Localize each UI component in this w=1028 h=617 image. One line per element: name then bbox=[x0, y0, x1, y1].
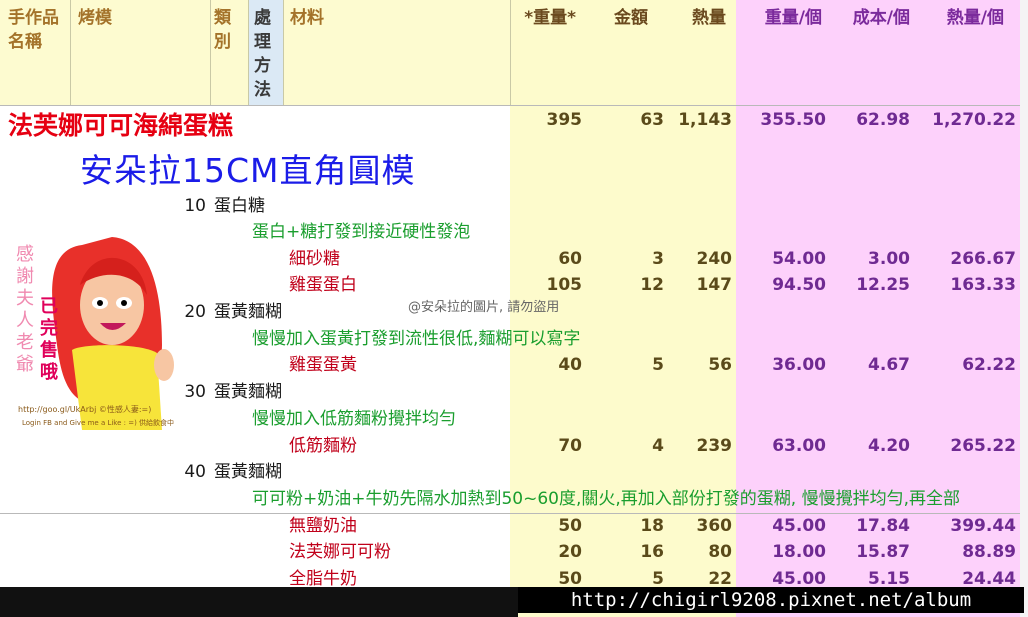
ingredient-weight-each[interactable]: 63.00 bbox=[736, 434, 826, 458]
step-code[interactable]: 40 bbox=[166, 460, 206, 484]
ingredient-weight-each[interactable]: 36.00 bbox=[736, 353, 826, 377]
header-category[interactable]: 類別 bbox=[214, 6, 234, 54]
ingredient-amount[interactable]: 5 bbox=[590, 353, 664, 377]
ingredient-weight[interactable]: 40 bbox=[510, 353, 582, 377]
ingredient-name[interactable]: 細砂糖 bbox=[289, 247, 340, 271]
ingredient-amount[interactable]: 12 bbox=[590, 273, 664, 297]
product-calories[interactable]: 1,143 bbox=[660, 108, 732, 132]
header-material[interactable]: 材料 bbox=[290, 6, 324, 30]
ingredient-weight-each[interactable]: 54.00 bbox=[736, 247, 826, 271]
ingredient-amount[interactable]: 16 bbox=[590, 540, 664, 564]
ingredient-calories[interactable]: 360 bbox=[660, 514, 733, 538]
ingredient-amount[interactable]: 3 bbox=[590, 247, 664, 271]
ingredient-cost-each[interactable]: 17.84 bbox=[830, 514, 910, 538]
credit-line: http://goo.gl/UkArbj ©性感人妻:=) bbox=[18, 405, 152, 414]
step-label[interactable]: 蛋白糖 bbox=[214, 194, 265, 218]
ingredient-weight[interactable]: 20 bbox=[510, 540, 582, 564]
header-weight[interactable]: *重量* bbox=[510, 6, 576, 30]
ingredient-cost-each[interactable]: 12.25 bbox=[830, 273, 910, 297]
product-calories-each[interactable]: 1,270.22 bbox=[918, 108, 1016, 132]
col-divider bbox=[210, 0, 211, 105]
spreadsheet: 手作品名稱 烤模 類別 處理方法 材料 *重量* 金額 熱量 重量/個 成本/個… bbox=[0, 0, 1028, 617]
ingredient-calories-each[interactable]: 163.33 bbox=[918, 273, 1016, 297]
ingredient-calories-each[interactable]: 266.67 bbox=[918, 247, 1016, 271]
ingredient-calories-each[interactable]: 62.22 bbox=[918, 353, 1016, 377]
product-name[interactable]: 法芙娜可可海綿蛋糕 bbox=[8, 106, 233, 142]
product-mold[interactable]: 安朵拉15CM直角圓模 bbox=[80, 144, 416, 192]
product-amount[interactable]: 63 bbox=[590, 108, 664, 132]
thanks-text: 感謝夫人老爺 bbox=[16, 244, 34, 375]
product-weight[interactable]: 395 bbox=[510, 108, 583, 132]
ingredient-weight[interactable]: 50 bbox=[510, 514, 582, 538]
ingredient-amount[interactable]: 18 bbox=[590, 514, 664, 538]
ingredient-name[interactable]: 無鹽奶油 bbox=[289, 514, 357, 538]
header-mold[interactable]: 烤模 bbox=[78, 6, 112, 30]
step-note[interactable]: 可可粉+奶油+牛奶先隔水加熱到50~60度,關火,再加入部份打發的蛋糊, 慢慢攪… bbox=[252, 487, 1020, 511]
col-divider bbox=[283, 0, 284, 105]
header-calories-each[interactable]: 熱量/個 bbox=[918, 6, 1004, 30]
ingredient-calories-each[interactable]: 88.89 bbox=[918, 540, 1016, 564]
bottom-bar bbox=[0, 587, 518, 617]
ingredient-calories[interactable]: 147 bbox=[660, 273, 733, 297]
ingredient-name[interactable]: 雞蛋蛋白 bbox=[289, 273, 357, 297]
step-label[interactable]: 蛋黃麵糊 bbox=[214, 300, 282, 324]
header-calories[interactable]: 熱量 bbox=[660, 6, 726, 30]
ingredient-calories[interactable]: 56 bbox=[660, 353, 732, 377]
step-note[interactable]: 蛋白+糖打發到接近硬性發泡 bbox=[252, 220, 470, 244]
product-cost-each[interactable]: 62.98 bbox=[830, 108, 910, 132]
ingredient-calories[interactable]: 240 bbox=[660, 247, 733, 271]
ingredient-name[interactable]: 雞蛋蛋黃 bbox=[289, 353, 357, 377]
header-name[interactable]: 手作品名稱 bbox=[8, 6, 68, 54]
header-weight-each[interactable]: 重量/個 bbox=[736, 6, 822, 30]
ingredient-cost-each[interactable]: 4.20 bbox=[830, 434, 910, 458]
col-divider bbox=[70, 0, 71, 105]
ingredient-calories-each[interactable]: 265.22 bbox=[918, 434, 1016, 458]
ingredient-weight-each[interactable]: 94.50 bbox=[736, 273, 826, 297]
header-method[interactable]: 處理方法 bbox=[254, 6, 274, 102]
ingredient-weight[interactable]: 105 bbox=[510, 273, 583, 297]
ingredient-weight-each[interactable]: 45.00 bbox=[736, 514, 826, 538]
ingredient-weight[interactable]: 70 bbox=[510, 434, 582, 458]
credit-line: Login FB and Give me a Like : =) 供給飲食中 bbox=[22, 419, 175, 427]
header-cost-each[interactable]: 成本/個 bbox=[830, 6, 910, 30]
header-amount[interactable]: 金額 bbox=[590, 6, 648, 30]
col-divider bbox=[248, 0, 249, 105]
step-label[interactable]: 蛋黃麵糊 bbox=[214, 380, 282, 404]
step-note[interactable]: 慢慢加入低筋麵粉攪拌均勻 bbox=[252, 407, 456, 431]
footer-url[interactable]: http://chigirl9208.pixnet.net/album bbox=[518, 587, 1024, 613]
ingredient-cost-each[interactable]: 15.87 bbox=[830, 540, 910, 564]
ingredient-calories[interactable]: 80 bbox=[660, 540, 732, 564]
step-label[interactable]: 蛋黃麵糊 bbox=[214, 460, 282, 484]
ingredient-cost-each[interactable]: 3.00 bbox=[830, 247, 910, 271]
ingredient-amount[interactable]: 4 bbox=[590, 434, 664, 458]
watermark-text: @安朵拉的圖片, 請勿盜用 bbox=[408, 300, 560, 315]
step-code[interactable]: 10 bbox=[166, 194, 206, 218]
ingredient-cost-each[interactable]: 4.67 bbox=[830, 353, 910, 377]
right-margin bbox=[1020, 0, 1028, 617]
ingredient-name[interactable]: 低筋麵粉 bbox=[289, 434, 357, 458]
ingredient-calories-each[interactable]: 399.44 bbox=[918, 514, 1016, 538]
ingredient-calories[interactable]: 239 bbox=[660, 434, 733, 458]
ingredient-weight-each[interactable]: 18.00 bbox=[736, 540, 826, 564]
ingredient-weight[interactable]: 60 bbox=[510, 247, 582, 271]
soldout-text: 已完售哦 bbox=[40, 296, 58, 383]
product-weight-each[interactable]: 355.50 bbox=[736, 108, 826, 132]
step-note[interactable]: 慢慢加入蛋黃打發到流性很低,麵糊可以寫字 bbox=[252, 327, 580, 351]
ingredient-name[interactable]: 法芙娜可可粉 bbox=[289, 540, 391, 564]
